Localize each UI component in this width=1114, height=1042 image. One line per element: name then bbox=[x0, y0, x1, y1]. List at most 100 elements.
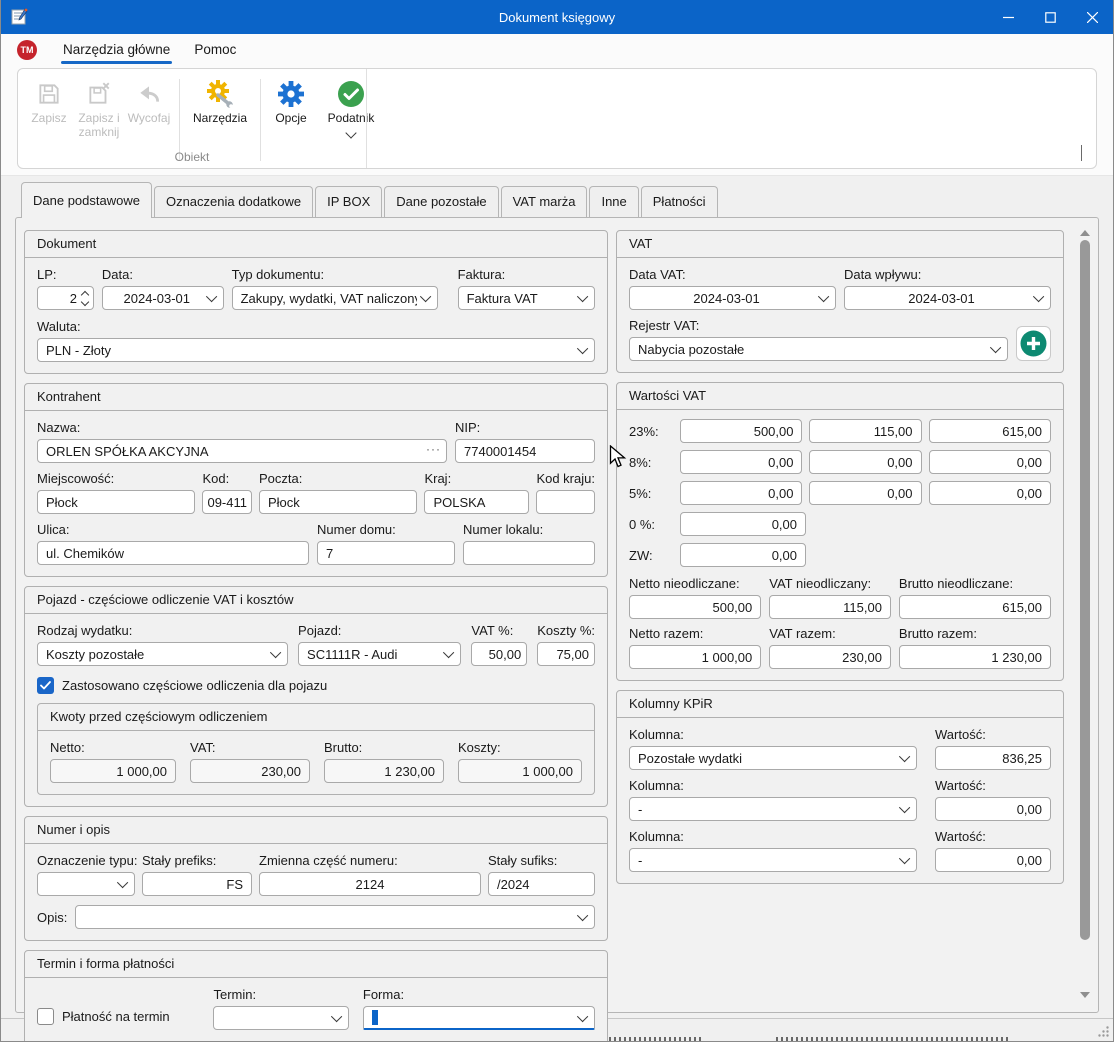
titlebar: Dokument księgowy bbox=[1, 0, 1113, 34]
lp-spinner[interactable]: 2 bbox=[37, 286, 94, 310]
netto-zw-input[interactable] bbox=[680, 543, 806, 567]
kod-kraju-label: Kod kraju: bbox=[536, 471, 595, 486]
tm-logo[interactable]: TM bbox=[17, 40, 37, 60]
brutto-23-input[interactable] bbox=[929, 419, 1051, 443]
netto-nieodliczane-input[interactable] bbox=[629, 595, 761, 619]
tab-oznaczenia-dodatkowe[interactable]: Oznaczenia dodatkowe bbox=[154, 186, 313, 217]
netto-5-input[interactable] bbox=[680, 481, 802, 505]
wartosc-1-input[interactable] bbox=[935, 746, 1051, 770]
tools-icon bbox=[205, 79, 235, 109]
czesciowe-odliczenia-checkbox[interactable] bbox=[37, 677, 54, 694]
typ-dokumentu-combobox[interactable]: Zakupy, wydatki, VAT naliczony bbox=[232, 286, 438, 310]
ribbon: TM Narzędzia główne Pomoc Zapisz Zapisz … bbox=[1, 34, 1113, 176]
data-wplywu-label: Data wpływu: bbox=[844, 267, 1051, 282]
wartosc-label: Wartość: bbox=[935, 727, 1051, 742]
vat-5-input[interactable] bbox=[809, 481, 921, 505]
termin-combobox[interactable] bbox=[213, 1006, 348, 1030]
nazwa-input[interactable] bbox=[37, 439, 447, 463]
group-title: Kwoty przed częściowym odliczeniem bbox=[38, 704, 594, 731]
podatnik-button[interactable]: Podatnik bbox=[316, 77, 386, 139]
miejscowosc-input[interactable] bbox=[37, 490, 195, 514]
kolumna-1-combobox[interactable]: Pozostałe wydatki bbox=[629, 746, 917, 770]
vat-nieodliczany-input[interactable] bbox=[769, 595, 891, 619]
tab-vat-marza[interactable]: VAT marża bbox=[501, 186, 588, 217]
faktura-combobox[interactable]: Faktura VAT bbox=[458, 286, 595, 310]
oznaczenie-typu-combobox[interactable] bbox=[37, 872, 135, 896]
tab-dane-pozostale[interactable]: Dane pozostałe bbox=[384, 186, 498, 217]
zapisz-label: Zapisz bbox=[31, 112, 66, 126]
tab-ip-box[interactable]: IP BOX bbox=[315, 186, 382, 217]
data-wplywu-combobox[interactable]: 2024-03-01 bbox=[844, 286, 1051, 310]
netto-0-input[interactable] bbox=[680, 512, 806, 536]
vat-23-input[interactable] bbox=[809, 419, 921, 443]
nip-input[interactable] bbox=[455, 439, 595, 463]
platnosc-na-termin-checkbox[interactable] bbox=[37, 1008, 54, 1025]
zapisz-button[interactable]: Zapisz bbox=[24, 77, 74, 128]
add-rejestr-button[interactable] bbox=[1016, 326, 1051, 361]
opis-combobox[interactable] bbox=[75, 905, 595, 929]
kolumna-3-combobox[interactable]: - bbox=[629, 848, 917, 872]
spinner-arrows-icon[interactable] bbox=[82, 292, 88, 305]
brutto-nieodliczane-input[interactable] bbox=[899, 595, 1051, 619]
scrollbar-track[interactable] bbox=[1080, 240, 1090, 988]
vat-8-input[interactable] bbox=[809, 450, 921, 474]
koszty-procent-input[interactable] bbox=[537, 642, 595, 666]
vat-input[interactable] bbox=[190, 759, 310, 783]
brutto-8-input[interactable] bbox=[929, 450, 1051, 474]
scrollbar-thumb[interactable] bbox=[1080, 240, 1090, 940]
close-button[interactable] bbox=[1071, 0, 1113, 34]
resize-grip[interactable] bbox=[1097, 1025, 1110, 1038]
ribbon-group-label: Obiekt bbox=[18, 150, 366, 164]
brutto-razem-input[interactable] bbox=[899, 645, 1051, 669]
forma-combobox[interactable] bbox=[363, 1006, 595, 1030]
brutto-5-input[interactable] bbox=[929, 481, 1051, 505]
data-combobox[interactable]: 2024-03-01 bbox=[102, 286, 224, 310]
kod-input[interactable] bbox=[202, 490, 252, 514]
ulica-input[interactable] bbox=[37, 541, 309, 565]
netto-8-input[interactable] bbox=[680, 450, 802, 474]
ribbon-collapse-button[interactable] bbox=[1075, 145, 1082, 160]
nazwa-browse-button[interactable]: ··· bbox=[426, 442, 441, 456]
tab-inne[interactable]: Inne bbox=[589, 186, 638, 217]
kraj-input[interactable] bbox=[424, 490, 529, 514]
ribbon-tab-pomoc[interactable]: Pomoc bbox=[182, 37, 248, 63]
vat-razem-input[interactable] bbox=[769, 645, 891, 669]
netto-razem-input[interactable] bbox=[629, 645, 761, 669]
numer-lokalu-input[interactable] bbox=[463, 541, 595, 565]
staly-sufiks-input[interactable] bbox=[488, 872, 595, 896]
poczta-input[interactable] bbox=[259, 490, 417, 514]
vertical-scrollbar[interactable] bbox=[1077, 230, 1093, 998]
tab-platnosci[interactable]: Płatności bbox=[641, 186, 718, 217]
pojazd-combobox[interactable]: SC1111R - Audi bbox=[298, 642, 461, 666]
data-vat-combobox[interactable]: 2024-03-01 bbox=[629, 286, 836, 310]
kolumna-2-combobox[interactable]: - bbox=[629, 797, 917, 821]
ribbon-tab-narzedzia-glowne[interactable]: Narzędzia główne bbox=[51, 37, 182, 63]
app-icon bbox=[10, 8, 30, 26]
rodzaj-wydatku-combobox[interactable]: Koszty pozostałe bbox=[37, 642, 288, 666]
wartosc-3-input[interactable] bbox=[935, 848, 1051, 872]
opcje-button[interactable]: Opcje bbox=[266, 77, 316, 128]
zapisz-i-zamknij-button[interactable]: Zapisz i zamknij bbox=[74, 77, 124, 142]
kod-kraju-input[interactable] bbox=[536, 490, 595, 514]
netto-input[interactable] bbox=[50, 759, 176, 783]
scroll-up-arrow-icon[interactable] bbox=[1080, 230, 1090, 236]
staly-prefiks-input[interactable] bbox=[142, 872, 252, 896]
waluta-combobox[interactable]: PLN - Złoty bbox=[37, 338, 595, 362]
maximize-button[interactable] bbox=[1029, 0, 1071, 34]
vat-label: VAT: bbox=[190, 740, 310, 755]
zmienna-czesc-input[interactable] bbox=[259, 872, 481, 896]
scroll-down-arrow-icon[interactable] bbox=[1080, 992, 1090, 998]
minimize-button[interactable] bbox=[987, 0, 1029, 34]
vat-procent-input[interactable] bbox=[471, 642, 527, 666]
group-title: Wartości VAT bbox=[617, 383, 1063, 410]
plus-circle-icon bbox=[1020, 330, 1047, 357]
narzedzia-button[interactable]: Narzędzia bbox=[185, 77, 255, 128]
wycofaj-button[interactable]: Wycofaj bbox=[124, 77, 174, 128]
netto-23-input[interactable] bbox=[680, 419, 802, 443]
brutto-input[interactable] bbox=[324, 759, 444, 783]
rejestr-vat-combobox[interactable]: Nabycia pozostałe bbox=[629, 337, 1008, 361]
numer-domu-input[interactable] bbox=[317, 541, 455, 565]
wartosc-2-input[interactable] bbox=[935, 797, 1051, 821]
koszty-input[interactable] bbox=[458, 759, 582, 783]
tab-dane-podstawowe[interactable]: Dane podstawowe bbox=[21, 182, 152, 218]
